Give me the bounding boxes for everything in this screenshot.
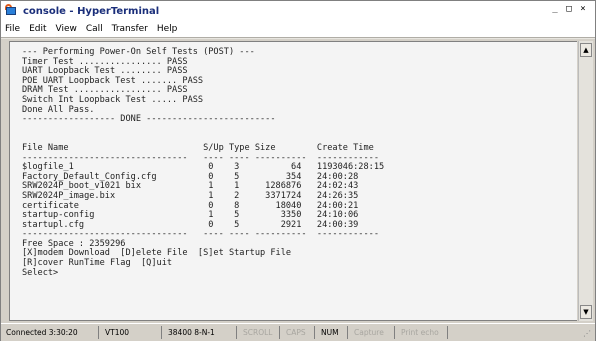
menu-view[interactable]: View [56,24,77,34]
maximize-button[interactable]: □ [563,4,575,16]
terminal-line: Select> [22,267,59,278]
close-button[interactable]: × [577,4,589,16]
status-caps: CAPS [283,326,315,339]
terminal-output: --- Performing Power-On Self Tests (POST… [22,47,572,278]
terminal-line: [R]cover RunTime Flag [Q]uit [22,258,173,269]
menu-separator [1,37,595,39]
status-scroll: SCROLL [240,326,280,339]
status-bar: Connected 3:30:20 VT100 38400 8-N-1 SCRO… [1,323,595,341]
menu-call[interactable]: Call [86,24,103,34]
menu-transfer[interactable]: Transfer [112,24,148,34]
menu-file[interactable]: File [5,24,20,34]
status-connected-time: Connected 3:30:20 [3,326,99,339]
menu-bar: File Edit View Call Transfer Help [1,21,595,37]
hyperterminal-window: console - HyperTerminal _ □ × File Edit … [0,0,596,341]
window-controls: _ □ × [549,4,589,16]
status-print-echo: Print echo [398,326,448,339]
hyperterminal-icon [5,4,19,18]
status-capture: Capture [351,326,395,339]
terminal-screen[interactable]: --- Performing Power-On Self Tests (POST… [9,41,577,321]
scroll-up-button[interactable]: ▲ [580,43,592,57]
status-port-settings: 38400 8-N-1 [165,326,237,339]
menu-help[interactable]: Help [157,24,178,34]
title-bar[interactable]: console - HyperTerminal _ □ × [1,1,595,21]
status-num: NUM [318,326,348,339]
menu-edit[interactable]: Edit [29,24,46,34]
scroll-down-button[interactable]: ▼ [580,305,592,319]
window-title: console - HyperTerminal [23,5,160,17]
minimize-button[interactable]: _ [549,4,561,16]
terminal-line: Switch Int Loopback Test ..... PASS [22,94,204,105]
terminal-line: ------------------ DONE ----------------… [22,114,276,125]
resize-grip-icon[interactable]: ⋰ [583,329,593,339]
vertical-scrollbar[interactable]: ▲ ▼ [578,41,593,321]
status-emulation: VT100 [102,326,162,339]
